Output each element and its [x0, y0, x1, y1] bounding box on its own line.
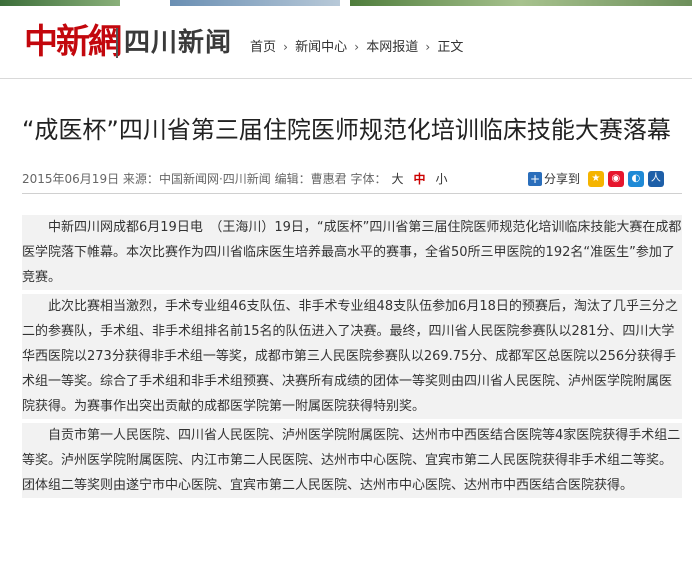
share-plus-icon[interactable]: + — [528, 171, 542, 186]
breadcrumb-current: 正文 — [437, 40, 464, 55]
renren-icon[interactable]: 人 — [647, 170, 664, 187]
breadcrumb-separator: › — [425, 40, 431, 54]
font-size-label: 字体： — [350, 172, 387, 186]
breadcrumb-news-center[interactable]: 新闻中心 — [295, 39, 347, 57]
article-meta: 2015年06月19日 来源：中国新闻网·四川新闻 编辑：曹惠君 字体： 大中小 — [22, 171, 453, 187]
channel-logo[interactable]: 四川新闻 — [124, 26, 232, 60]
article-paragraph: 中新四川网成都6月19日电 （王海川）19日，“成医杯”四川省第三届住院医师规范… — [22, 215, 682, 290]
share-bar: + 分享到 ★ ◉ ◐ 人 — [528, 170, 664, 188]
weibo-icon[interactable]: ◉ — [607, 170, 624, 187]
breadcrumb: 首页 › 新闻中心 › 本网报道 › 正文 — [250, 38, 463, 57]
publish-date: 2015年06月19日 — [22, 172, 120, 186]
font-size-small-button[interactable]: 小 — [436, 172, 448, 186]
site-logo[interactable]: 中新網 — [24, 22, 122, 62]
breadcrumb-separator: › — [354, 40, 360, 54]
breadcrumb-home[interactable]: 首页 — [250, 39, 276, 57]
site-header: 中新網 四川新闻 首页 › 新闻中心 › 本网报道 › 正文 — [0, 6, 692, 79]
article-paragraph: 此次比赛相当激烈，手术专业组46支队伍、非手术专业组48支队伍参加6月18日的预… — [22, 294, 682, 419]
article-body: 中新四川网成都6月19日电 （王海川）19日，“成医杯”四川省第三届住院医师规范… — [22, 215, 682, 502]
breadcrumb-separator: › — [283, 40, 288, 54]
source-label: 来源： — [122, 172, 159, 186]
tencent-weibo-icon[interactable]: ◐ — [627, 170, 644, 187]
meta-divider — [22, 193, 682, 194]
share-label[interactable]: 分享到 — [544, 172, 580, 186]
editor-label: 编辑： — [274, 172, 311, 186]
editor-name: 曹惠君 — [310, 172, 347, 186]
article-title: “成医杯”四川省第三届住院医师规范化培训临床技能大赛落幕 — [22, 116, 671, 145]
logo-divider — [116, 28, 118, 58]
qzone-icon[interactable]: ★ — [587, 170, 604, 187]
article-paragraph: 自贡市第一人民医院、四川省人民医院、泸州医学院附属医院、达州市中西医结合医院等4… — [22, 423, 682, 498]
source-name[interactable]: 中国新闻网·四川新闻 — [159, 172, 271, 186]
font-size-medium-button[interactable]: 中 — [413, 172, 425, 186]
font-size-large-button[interactable]: 大 — [391, 172, 403, 186]
breadcrumb-local-report[interactable]: 本网报道 — [366, 39, 418, 57]
